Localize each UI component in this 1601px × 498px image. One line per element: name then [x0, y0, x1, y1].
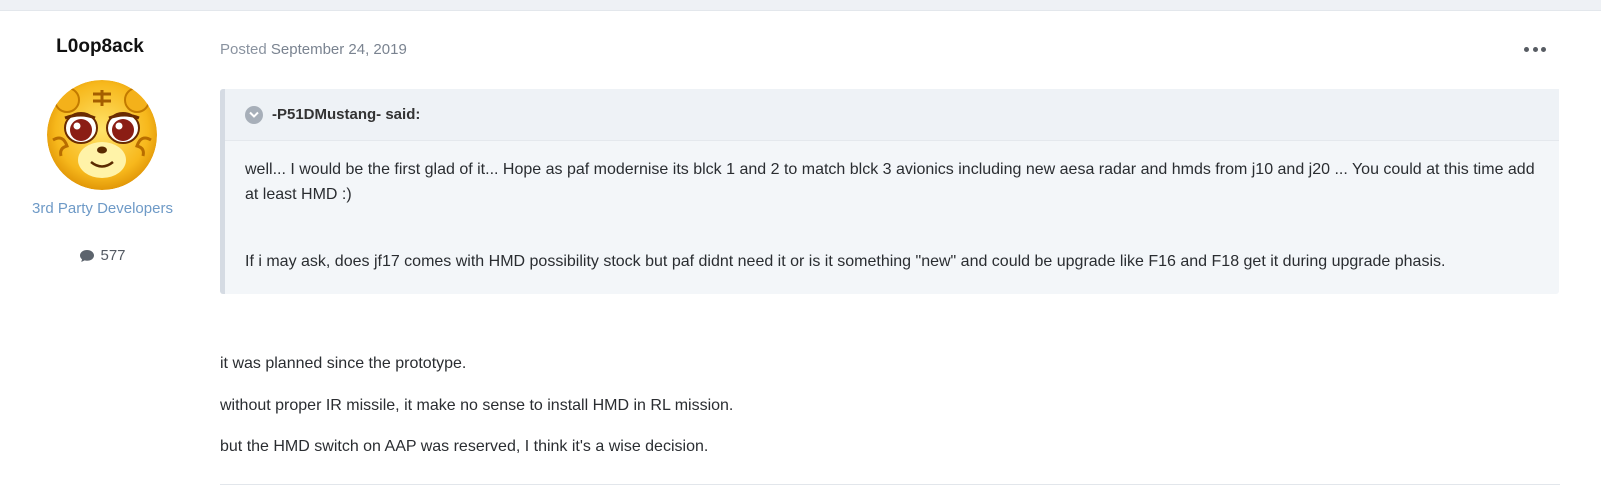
- post-options-button[interactable]: [1521, 40, 1549, 58]
- more-dot: [1532, 46, 1538, 52]
- post-content: it was planned since the prototype. with…: [220, 351, 1540, 476]
- quote-paragraph: well... I would be the first glad of it.…: [245, 161, 1535, 203]
- post-count-value: 577: [100, 247, 126, 264]
- author-panel: L0op8ack 3rd Party Developers 577: [0, 11, 205, 498]
- reply-paragraph: but the HMD switch on AAP was reserved, …: [220, 438, 709, 455]
- comment-icon: [80, 249, 95, 262]
- author-post-count[interactable]: 577: [0, 247, 205, 264]
- posted-prefix: Posted: [220, 41, 267, 58]
- quote-header: -P51DMustang- said:: [225, 89, 1559, 141]
- quote-toggle-button[interactable]: [245, 105, 263, 124]
- chevron-down-icon: [249, 111, 259, 118]
- tiger-cub-avatar-icon: [47, 80, 157, 190]
- reply-paragraph: without proper IR missile, it make no se…: [220, 396, 734, 414]
- post-divider: [220, 484, 1560, 485]
- quote-block: -P51DMustang- said: well... I would be t…: [220, 89, 1559, 294]
- author-group-label: 3rd Party Developers: [32, 200, 173, 217]
- quote-paragraph: If i may ask, does jf17 comes with HMD p…: [245, 253, 1446, 270]
- reply-paragraph: it was planned since the prototype.: [220, 355, 467, 372]
- quote-author[interactable]: -P51DMustang- said:: [272, 106, 420, 123]
- author-avatar[interactable]: [47, 80, 157, 190]
- top-strip: [0, 0, 1601, 11]
- more-dot: [1541, 46, 1546, 52]
- author-name-link[interactable]: L0op8ack: [0, 36, 200, 58]
- more-dot: [1524, 46, 1529, 52]
- quote-body: well... I would be the first glad of it.…: [225, 141, 1559, 274]
- posted-date[interactable]: September 24, 2019: [271, 41, 407, 58]
- post-meta: Posted September 24, 2019: [220, 41, 407, 58]
